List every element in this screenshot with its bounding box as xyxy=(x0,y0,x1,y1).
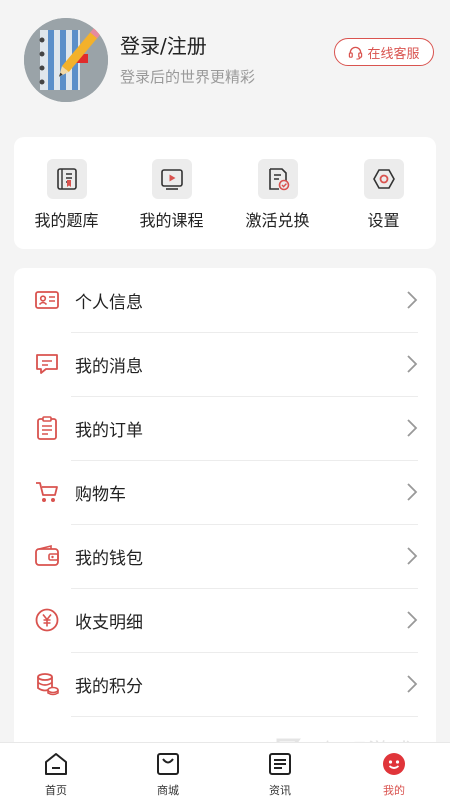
wallet-icon xyxy=(35,544,59,566)
menu-label-my-points: 我的积分 xyxy=(75,677,143,697)
menu-item-my-messages[interactable]: 我的消息 xyxy=(14,332,436,396)
tab-shop[interactable]: 商城 xyxy=(112,743,224,800)
menu-item-my-orders[interactable]: 我的订单 xyxy=(14,396,436,460)
chevron-right-icon xyxy=(407,419,418,437)
menu-item-shopping-cart[interactable]: 购物车 xyxy=(14,460,436,524)
id-card-icon xyxy=(35,291,59,309)
menu-item-my-wallet[interactable]: 我的钱包 xyxy=(14,524,436,588)
quick-item-settings[interactable]: 设置 xyxy=(331,137,436,249)
login-subtitle: 登录后的世界更精彩 xyxy=(120,68,256,86)
chevron-right-icon xyxy=(407,291,418,309)
yen-coin-icon xyxy=(35,608,59,632)
tab-label-profile: 我的 xyxy=(383,784,405,797)
quick-item-question-bank[interactable]: 我的题库 xyxy=(14,137,119,249)
tab-news[interactable]: 资讯 xyxy=(224,743,336,800)
quick-item-my-courses[interactable]: 我的课程 xyxy=(119,137,224,249)
menu-label-my-wallet: 我的钱包 xyxy=(75,549,143,569)
home-icon xyxy=(45,753,67,775)
menu-item-my-points[interactable]: 我的积分 xyxy=(14,652,436,716)
chevron-right-icon xyxy=(407,675,418,693)
tab-label-home: 首页 xyxy=(45,784,67,797)
login-register-link[interactable]: 登录/注册 xyxy=(120,30,207,59)
order-clipboard-icon xyxy=(37,416,57,440)
headset-icon xyxy=(349,46,363,60)
shop-bag-icon xyxy=(157,753,179,775)
chevron-right-icon xyxy=(407,355,418,373)
news-icon xyxy=(269,753,291,775)
online-service-button[interactable]: 在线客服 xyxy=(334,38,434,66)
quick-label-activate-exchange: 激活兑换 xyxy=(245,211,310,230)
menu-item-income-expense[interactable]: 收支明细 xyxy=(14,588,436,652)
message-icon xyxy=(36,354,58,374)
bottom-tab-bar: 首页 商城 资讯 我的 xyxy=(0,742,450,800)
online-service-label: 在线客服 xyxy=(367,46,420,62)
quick-label-question-bank: 我的题库 xyxy=(34,211,99,230)
menu-label-my-messages: 我的消息 xyxy=(75,357,143,377)
activate-exchange-icon xyxy=(257,159,298,199)
avatar[interactable] xyxy=(24,18,108,102)
menu-label-my-orders: 我的订单 xyxy=(75,421,143,441)
chevron-right-icon xyxy=(407,483,418,501)
chevron-right-icon xyxy=(407,611,418,629)
tab-home[interactable]: 首页 xyxy=(0,743,112,800)
quick-actions-card: 我的题库 我的课程 激活兑换 设置 xyxy=(14,137,436,249)
question-bank-icon xyxy=(46,159,87,199)
menu-label-personal-info: 个人信息 xyxy=(75,293,143,313)
tab-label-news: 资讯 xyxy=(269,784,291,797)
chevron-right-icon xyxy=(407,547,418,565)
points-coins-icon xyxy=(37,673,59,696)
profile-icon xyxy=(383,753,405,775)
tab-profile[interactable]: 我的 xyxy=(338,743,450,800)
tab-label-shop: 商城 xyxy=(157,784,179,797)
profile-header: 登录/注册 登录后的世界更精彩 在线客服 xyxy=(0,0,450,120)
shopping-cart-icon xyxy=(36,482,58,502)
quick-label-my-courses: 我的课程 xyxy=(139,211,204,230)
video-course-icon xyxy=(151,159,192,199)
menu-label-shopping-cart: 购物车 xyxy=(75,485,126,505)
menu-item-personal-info[interactable]: 个人信息 xyxy=(14,268,436,332)
settings-icon xyxy=(363,159,404,199)
menu-card: 个人信息 我的消息 我的订单 购物车 我的钱包 收支明细 我的积分 xyxy=(14,268,436,768)
quick-label-settings: 设置 xyxy=(367,211,400,230)
menu-label-income-expense: 收支明细 xyxy=(75,613,143,633)
quick-item-activate-exchange[interactable]: 激活兑换 xyxy=(225,137,330,249)
